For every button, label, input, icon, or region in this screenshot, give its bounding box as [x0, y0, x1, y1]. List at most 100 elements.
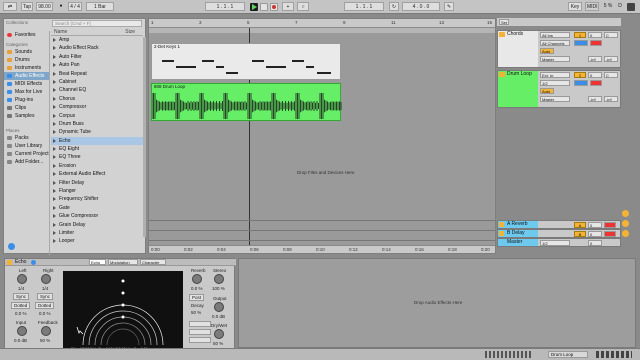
info-icon[interactable]: [31, 260, 36, 265]
tab-modulation[interactable]: Modulation: [108, 259, 138, 265]
category-item[interactable]: Instruments: [4, 64, 49, 72]
song-position-field[interactable]: 1 . 1 . 1: [205, 2, 245, 11]
midi-clip[interactable]: 2-Det Keys 1: [151, 43, 341, 80]
browser-item[interactable]: Filter Delay: [51, 179, 143, 187]
browser-item[interactable]: Chorus: [51, 95, 143, 103]
category-item[interactable]: Samples: [4, 112, 49, 120]
input-type-select[interactable]: All Ins: [540, 32, 570, 38]
browser-item[interactable]: Corpus: [51, 112, 143, 120]
monitor-auto-button[interactable]: Auto: [540, 48, 554, 54]
browser-item[interactable]: EQ Three: [51, 153, 143, 161]
decay-value[interactable]: 50 %: [191, 310, 201, 315]
loop-switch[interactable]: ↻: [389, 2, 399, 11]
expand-icon[interactable]: [53, 180, 56, 185]
return-title[interactable]: A Reverb: [498, 221, 538, 228]
track-fold-icon[interactable]: [622, 220, 629, 227]
pan-field[interactable]: C: [604, 32, 618, 38]
arm-button[interactable]: [590, 80, 602, 86]
expand-icon[interactable]: [53, 54, 56, 59]
pan-field[interactable]: C: [604, 72, 618, 78]
play-icon[interactable]: [250, 3, 258, 11]
category-item[interactable]: Drums: [4, 56, 49, 64]
solo-button[interactable]: [574, 80, 588, 86]
reverb-knob[interactable]: [192, 274, 202, 284]
send-a-field[interactable]: -inf: [588, 56, 602, 62]
browser-item[interactable]: Limiter: [51, 229, 143, 237]
size-column-header[interactable]: Size: [125, 29, 135, 36]
return-track[interactable]: A Reverb A 0: [497, 220, 621, 229]
echo-tunnel-display[interactable]: Filter HP 50.0 Hz Res 0.00 LP 5.00 kHz R…: [63, 271, 183, 353]
expand-icon[interactable]: [53, 239, 56, 244]
search-input[interactable]: Search (Cmd + F): [52, 20, 142, 27]
expand-icon[interactable]: [53, 38, 56, 42]
left-offset-value[interactable]: 0.0 %: [15, 311, 27, 316]
right-time-knob[interactable]: [41, 274, 51, 284]
favorites-item[interactable]: Favorites: [4, 31, 49, 39]
arm-button[interactable]: [590, 40, 602, 46]
view-switch-icons[interactable]: [596, 351, 632, 358]
preview-toggle-icon[interactable]: [8, 243, 15, 250]
track-activator-button[interactable]: 2: [574, 72, 586, 78]
output-knob[interactable]: [214, 302, 224, 312]
output-select[interactable]: Master: [540, 56, 570, 62]
clear-button[interactable]: [189, 321, 211, 327]
category-item[interactable]: MIDI Effects: [4, 80, 49, 88]
browser-item[interactable]: Grain Delay: [51, 221, 143, 229]
track-header[interactable]: Chords All Ins All Channels Auto Master 1 0 C -i…: [497, 30, 621, 68]
browser-item[interactable]: Auto Pan: [51, 61, 143, 69]
category-item[interactable]: Audio Effects: [4, 72, 49, 80]
return-title[interactable]: B Delay: [498, 230, 538, 237]
right-offset-value[interactable]: 0.0 %: [39, 311, 51, 316]
overdub-button[interactable]: +: [282, 2, 294, 11]
expand-icon[interactable]: [53, 46, 56, 51]
expand-icon[interactable]: [53, 138, 56, 143]
category-item[interactable]: Sounds: [4, 48, 49, 56]
expand-icon[interactable]: [53, 147, 56, 152]
expand-icon[interactable]: [53, 189, 56, 194]
expand-icon[interactable]: [53, 71, 56, 76]
expand-icon[interactable]: [53, 222, 56, 227]
audio-effects-drop-area[interactable]: Drop Audio Effects Here: [238, 258, 636, 348]
browser-item[interactable]: Compressor: [51, 103, 143, 111]
output-select[interactable]: Master: [540, 96, 570, 102]
category-item[interactable]: Max for Live: [4, 88, 49, 96]
place-item[interactable]: Add Folder...: [4, 158, 49, 166]
feedback-knob[interactable]: [41, 326, 51, 336]
tap-button[interactable]: Tap: [21, 2, 33, 11]
solo-button[interactable]: [574, 40, 588, 46]
left-time-knob[interactable]: [17, 274, 27, 284]
track-activator-icon[interactable]: [499, 231, 504, 236]
wobble-button[interactable]: [189, 337, 211, 343]
quantize-menu[interactable]: 1 Bar: [86, 2, 114, 11]
reverb-position-select[interactable]: Post: [189, 294, 205, 301]
browser-item[interactable]: Drum Buss: [51, 120, 143, 128]
master-title[interactable]: Master: [498, 239, 538, 246]
metronome-icon[interactable]: ●: [56, 2, 66, 11]
beat-time-ruler[interactable]: 1357911131517: [149, 19, 495, 28]
expand-icon[interactable]: [53, 197, 56, 202]
browser-item[interactable]: Gate: [51, 204, 143, 212]
browser-item[interactable]: Beat Repeat: [51, 70, 143, 78]
browser-item[interactable]: Looper: [51, 237, 143, 245]
track-header[interactable]: Drum Loop Ext. In 1/2 Auto Master 2 0 C -inf -inf: [497, 70, 621, 108]
browser-item[interactable]: EQ Eight: [51, 145, 143, 153]
track-fold-icon[interactable]: [622, 230, 629, 237]
return-activator-button[interactable]: A: [574, 222, 586, 228]
expand-icon[interactable]: [53, 155, 56, 160]
browser-item[interactable]: Frequency Shifter: [51, 195, 143, 203]
expand-icon[interactable]: [53, 79, 56, 84]
expand-icon[interactable]: [53, 105, 56, 110]
loop-start-field[interactable]: 1 . 1 . 1: [344, 2, 384, 11]
right-sync-button[interactable]: Sync: [37, 293, 54, 300]
monitor-auto-button[interactable]: Auto: [540, 88, 554, 94]
expand-icon[interactable]: [53, 205, 56, 210]
stop-icon[interactable]: [260, 3, 268, 11]
browser-item[interactable]: Flanger: [51, 187, 143, 195]
track-activator-icon[interactable]: [499, 32, 505, 37]
volume-field[interactable]: 0: [588, 231, 602, 237]
send-b-field[interactable]: -inf: [604, 56, 618, 62]
master-volume-field[interactable]: 0: [588, 240, 602, 246]
track-activator-icon[interactable]: [499, 222, 504, 227]
browser-item[interactable]: Amp: [51, 36, 143, 44]
link-button[interactable]: ⇄: [3, 2, 17, 11]
